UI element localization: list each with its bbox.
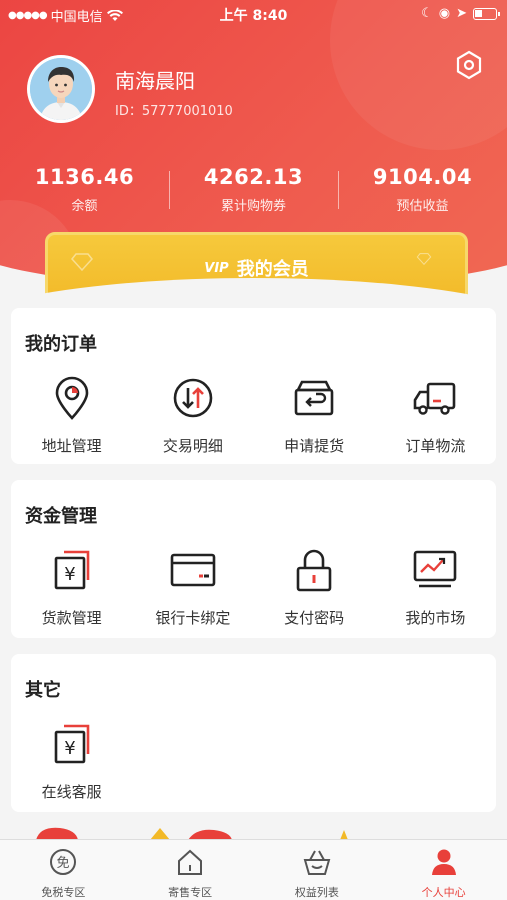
- location-pin-icon: [55, 376, 88, 420]
- transfer-arrows-icon: [173, 378, 213, 418]
- tab-personal-center[interactable]: 个人中心: [380, 840, 507, 900]
- tab-duty-free[interactable]: 免 免税专区: [0, 840, 127, 900]
- stat-vouchers[interactable]: 4262.13 累计购物券: [169, 165, 338, 214]
- item-label: 订单物流: [405, 437, 466, 455]
- decorative-shapes: [36, 827, 348, 840]
- bottom-tab-bar: 免 免税专区 寄售专区 权益列表 个人中心: [0, 839, 507, 900]
- lock-icon: [296, 549, 332, 592]
- item-label: 银行卡绑定: [155, 609, 231, 627]
- svg-text:¥: ¥: [64, 738, 75, 759]
- yen-card-icon: ¥: [54, 550, 89, 590]
- item-label: 支付密码: [284, 609, 345, 627]
- lock-rotation-icon: ◉: [438, 6, 451, 21]
- settings-hex-icon[interactable]: [455, 50, 483, 80]
- tab-label: 寄售专区: [168, 886, 213, 899]
- tab-benefits[interactable]: 权益列表: [254, 840, 381, 900]
- yen-card-icon: ¥: [54, 724, 89, 764]
- stat-value: 9104.04: [372, 165, 473, 189]
- location-arrow-icon: ➤: [456, 6, 467, 21]
- moon-icon: ☾: [421, 6, 433, 21]
- orders-card: 我的订单 地址管理 交易明细 申请提货 订单物流: [11, 308, 496, 464]
- other-card: 其它 ¥ 在线客服: [11, 654, 496, 812]
- stat-label: 预估收益: [396, 199, 449, 214]
- order-logistics-button[interactable]: 订单物流: [375, 374, 496, 456]
- section-title: 资金管理: [25, 506, 97, 527]
- box-return-icon: [294, 380, 334, 416]
- item-label: 申请提货: [284, 437, 345, 455]
- stat-earnings[interactable]: 9104.04 预估收益: [338, 165, 507, 214]
- svg-text:¥: ¥: [64, 564, 75, 585]
- transaction-details-button[interactable]: 交易明细: [132, 374, 253, 456]
- item-label: 我的市场: [405, 609, 466, 627]
- tab-label: 免税专区: [41, 886, 86, 899]
- person-icon: [431, 849, 456, 875]
- user-name: 南海晨阳: [115, 69, 195, 93]
- home-icon: [178, 849, 203, 875]
- payment-password-button[interactable]: 支付密码: [254, 546, 375, 628]
- section-title: 其它: [25, 680, 61, 701]
- svg-text:免: 免: [57, 856, 70, 871]
- address-management-button[interactable]: 地址管理: [11, 374, 132, 456]
- tab-label: 个人中心: [421, 886, 466, 899]
- basket-icon: [303, 850, 331, 875]
- apply-pickup-button[interactable]: 申请提货: [254, 374, 375, 456]
- my-market-button[interactable]: 我的市场: [375, 546, 496, 628]
- stat-value: 1136.46: [34, 165, 135, 189]
- avatar[interactable]: [27, 55, 95, 123]
- vip-badge-icon: VIP: [204, 260, 229, 276]
- truck-icon: [414, 382, 456, 415]
- tab-label: 权益列表: [294, 886, 339, 899]
- stat-label: 累计购物券: [220, 199, 286, 214]
- tab-consignment[interactable]: 寄售专区: [127, 840, 254, 900]
- profile-header: ●●●●● 中国电信 上午 8:40 ☾ ◉ ➤ 南海晨阳 ID：5777700…: [0, 0, 507, 300]
- battery-icon: [473, 7, 500, 20]
- stat-balance[interactable]: 1136.46 余额: [0, 165, 169, 214]
- status-bar: ●●●●● 中国电信 上午 8:40 ☾ ◉ ➤: [0, 0, 507, 28]
- bank-card-icon: [170, 553, 216, 587]
- item-label: 交易明细: [162, 437, 223, 455]
- item-label: 货款管理: [41, 609, 102, 627]
- funds-card: 资金管理 ¥ 货款管理 银行卡绑定 支付密码 我的市场: [11, 480, 496, 638]
- stat-label: 余额: [71, 199, 98, 214]
- duty-free-icon: 免: [50, 849, 77, 875]
- online-service-button[interactable]: ¥ 在线客服: [11, 720, 132, 802]
- user-id: ID：57777001010: [115, 104, 233, 119]
- bank-card-binding-button[interactable]: 银行卡绑定: [132, 546, 253, 628]
- stat-value: 4262.13: [203, 165, 304, 189]
- item-label: 在线客服: [41, 783, 102, 801]
- section-title: 我的订单: [25, 334, 97, 355]
- item-label: 地址管理: [41, 437, 102, 455]
- payment-management-button[interactable]: ¥ 货款管理: [11, 546, 132, 628]
- stats-row: 1136.46 余额 4262.13 累计购物券 9104.04 预估收益: [0, 165, 507, 214]
- avatar-illustration: [30, 58, 92, 120]
- market-chart-icon: [414, 550, 457, 588]
